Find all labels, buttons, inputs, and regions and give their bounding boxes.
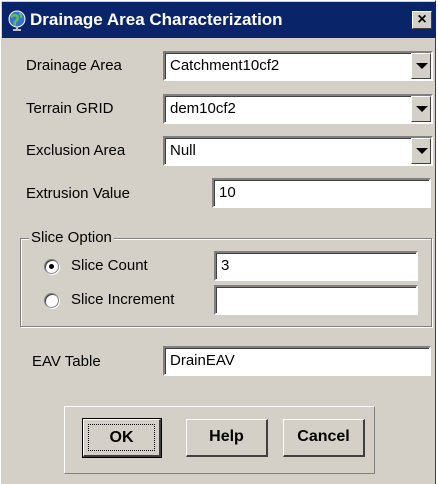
help-button[interactable]: Help (186, 419, 268, 457)
slice-increment-label: Slice Increment (71, 291, 175, 308)
slice-increment-radio[interactable] (44, 293, 59, 308)
slice-count-input[interactable]: 3 (214, 251, 418, 281)
slice-count-radio[interactable] (44, 259, 59, 274)
chevron-down-icon[interactable] (411, 138, 431, 164)
exclusion-area-label: Exclusion Area (26, 142, 126, 159)
ok-button[interactable]: OK (82, 418, 162, 458)
extrusion-value-text: 10 (219, 184, 236, 201)
drainage-area-dropdown[interactable]: Catchment10cf2 (163, 51, 433, 81)
slice-count-value: 3 (221, 257, 230, 274)
eav-table-input[interactable]: DrainEAV (163, 346, 431, 376)
chevron-down-icon[interactable] (411, 96, 431, 122)
terrain-grid-value: dem10cf2 (170, 100, 236, 117)
exclusion-area-value: Null (170, 142, 196, 159)
slice-count-label: Slice Count (71, 257, 148, 274)
drainage-area-label: Drainage Area (26, 57, 122, 74)
terrain-grid-dropdown[interactable]: dem10cf2 (163, 94, 433, 124)
extrusion-value-input[interactable]: 10 (212, 178, 431, 208)
extrusion-value-label: Extrusion Value (26, 185, 130, 202)
globe-icon (8, 10, 26, 31)
exclusion-area-dropdown[interactable]: Null (163, 136, 433, 166)
eav-table-label: EAV Table (32, 353, 101, 370)
slice-option-title: Slice Option (29, 229, 114, 246)
dialog-window: Drainage Area Characterization × Drainag… (0, 0, 436, 484)
ok-button-label: OK (88, 424, 155, 451)
cancel-button[interactable]: Cancel (283, 419, 365, 457)
terrain-grid-label: Terrain GRID (26, 100, 114, 117)
close-button[interactable]: × (412, 11, 432, 29)
window-title: Drainage Area Characterization (30, 10, 283, 29)
drainage-area-value: Catchment10cf2 (170, 57, 280, 74)
slice-increment-input[interactable] (214, 285, 418, 315)
eav-table-value: DrainEAV (170, 352, 235, 369)
title-bar[interactable]: Drainage Area Characterization × (2, 2, 436, 38)
chevron-down-icon[interactable] (411, 53, 431, 79)
